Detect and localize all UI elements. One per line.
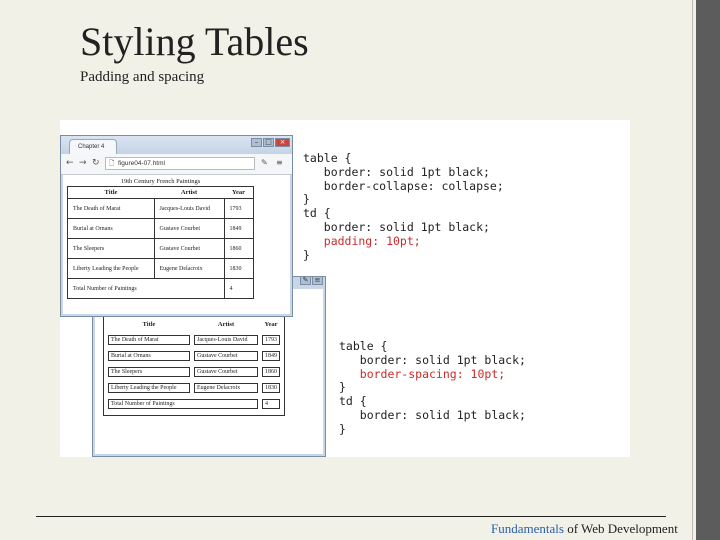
window-controls: – □ ×: [251, 138, 290, 147]
table-row: The Sleepers Gustave Courbet 1860: [67, 238, 254, 259]
browser-tab[interactable]: Chapter 4: [69, 139, 117, 154]
spacing-table: Title Artist Year The Death of Marat Jac…: [103, 313, 285, 416]
cell-artist: Gustave Courbet: [194, 367, 258, 377]
code-line: border: solid 1pt black;: [339, 407, 526, 422]
code-line: }: [303, 247, 310, 262]
col-header-year: Year: [264, 321, 278, 328]
address-bar-text: figure04-07.html: [118, 160, 165, 167]
cell-year: 1793: [262, 335, 280, 345]
cell-year: 1860: [223, 238, 254, 259]
code-line: table {: [303, 151, 352, 165]
screenshot-figure: ✎ ≡ 19th Century French Paintings Title …: [60, 120, 630, 457]
table-row: The Death of Marat Jacques-Louis David 1…: [108, 335, 280, 345]
table-row: Liberty Leading the People Eugene Delacr…: [67, 258, 254, 279]
cell-artist: Jacques-Louis David: [153, 198, 225, 219]
code-line: border-collapse: collapse;: [303, 178, 504, 193]
back-icon[interactable]: ←: [66, 158, 74, 168]
cell-year: 1860: [262, 367, 280, 377]
window-titlebar: Chapter 4 – □ ×: [61, 136, 292, 154]
menu-icon[interactable]: ≡: [312, 276, 323, 285]
table-total-row: Total Number of Paintings 4: [108, 399, 280, 409]
cell-artist: Jacques-Louis David: [194, 335, 258, 345]
cell-total-label: Total Number of Paintings: [67, 278, 225, 299]
cell-artist: Gustave Courbet: [153, 238, 225, 259]
browser-window-padding: Chapter 4 – □ × ← → ↻ 🗋 figure04-07.html…: [60, 135, 293, 317]
cell-artist: Eugene Delacroix: [194, 383, 258, 393]
slide-subtitle: Padding and spacing: [80, 69, 205, 85]
code-line: }: [303, 192, 310, 207]
tools-icon[interactable]: ✎: [261, 158, 268, 167]
slide-title: Styling Tables: [80, 19, 309, 64]
table-header-row: Title Artist Year: [108, 320, 280, 329]
cell-title: The Sleepers: [108, 367, 190, 377]
cell-total-value: 4: [223, 278, 254, 299]
browser-toolbar: ← → ↻ 🗋 figure04-07.html ✎ ≡: [61, 154, 292, 175]
window-controls: ✎ ≡: [300, 276, 323, 285]
padding-table: 19th Century French Paintings Title Arti…: [67, 177, 254, 299]
table-header-row: Title Artist Year: [68, 187, 254, 199]
cell-year: 1830: [262, 383, 280, 393]
address-bar[interactable]: 🗋 figure04-07.html: [105, 157, 255, 170]
css-code-spacing: table { border: solid 1pt black; border-…: [339, 339, 526, 437]
cell-title: Liberty Leading the People: [108, 383, 190, 393]
cell-total-value: 4: [262, 399, 280, 409]
cell-year: 1830: [223, 258, 254, 279]
cell-total-label: Total Number of Paintings: [108, 399, 258, 409]
code-line: table {: [339, 339, 388, 353]
right-accent-bar: [696, 0, 720, 540]
cell-year: 1849: [223, 218, 254, 239]
cell-year: 1849: [262, 351, 280, 361]
page-content: 19th Century French Paintings Title Arti…: [63, 175, 290, 314]
table-row: The Death of Marat Jacques-Louis David 1…: [67, 198, 254, 219]
cell-year: 1793: [223, 198, 254, 219]
code-line: }: [339, 421, 346, 436]
cell-artist: Gustave Courbet: [194, 351, 258, 361]
footer-accent: Fundamentals: [491, 521, 564, 536]
table-row: Burial at Ornans Gustave Courbet 1849: [67, 218, 254, 239]
cell-title: Burial at Ornans: [108, 351, 190, 361]
table-row: The Sleepers Gustave Courbet 1860: [108, 367, 280, 377]
col-header-artist: Artist: [217, 321, 235, 328]
code-line-highlight: border-spacing: 10pt;: [339, 366, 506, 381]
footer-rest: of Web Development: [563, 521, 678, 536]
reload-icon[interactable]: ↻: [92, 158, 100, 168]
code-line: td {: [339, 394, 367, 409]
forward-icon[interactable]: →: [79, 158, 87, 168]
footer-text: Fundamentals of Web Development: [491, 521, 678, 537]
table-caption: 19th Century French Paintings: [120, 178, 201, 185]
cell-title: The Death of Marat: [67, 198, 155, 219]
close-icon[interactable]: ×: [275, 138, 290, 147]
col-header-year: Year: [232, 189, 245, 196]
css-code-collapse: table { border: solid 1pt black; border-…: [303, 151, 504, 262]
code-line: border: solid 1pt black;: [339, 352, 526, 367]
cell-title: Burial at Ornans: [67, 218, 155, 239]
table-row: Burial at Ornans Gustave Courbet 1849: [108, 351, 280, 361]
table-row: Liberty Leading the People Eugene Delacr…: [108, 383, 280, 393]
minimize-icon[interactable]: –: [251, 138, 262, 147]
page-icon: 🗋: [109, 160, 115, 167]
maximize-icon[interactable]: □: [263, 138, 274, 147]
cell-artist: Eugene Delacroix: [153, 258, 225, 279]
col-header-artist: Artist: [180, 189, 198, 196]
footer-divider: [36, 516, 666, 517]
code-line: }: [339, 380, 346, 395]
cell-title: Liberty Leading the People: [67, 258, 155, 279]
code-line: border: solid 1pt black;: [303, 164, 490, 179]
cell-artist: Gustave Courbet: [153, 218, 225, 239]
code-line: border: solid 1pt black;: [303, 219, 490, 234]
code-line-highlight: padding: 10pt;: [303, 233, 421, 248]
table-total-row: Total Number of Paintings 4: [67, 278, 254, 299]
menu-icon[interactable]: ≡: [276, 158, 283, 167]
code-line: td {: [303, 206, 331, 221]
cell-title: The Death of Marat: [108, 335, 190, 345]
cell-title: The Sleepers: [67, 238, 155, 259]
tools-icon[interactable]: ✎: [300, 276, 311, 285]
col-header-title: Title: [104, 189, 118, 196]
right-bar-divider: [692, 0, 693, 540]
col-header-title: Title: [142, 321, 156, 328]
